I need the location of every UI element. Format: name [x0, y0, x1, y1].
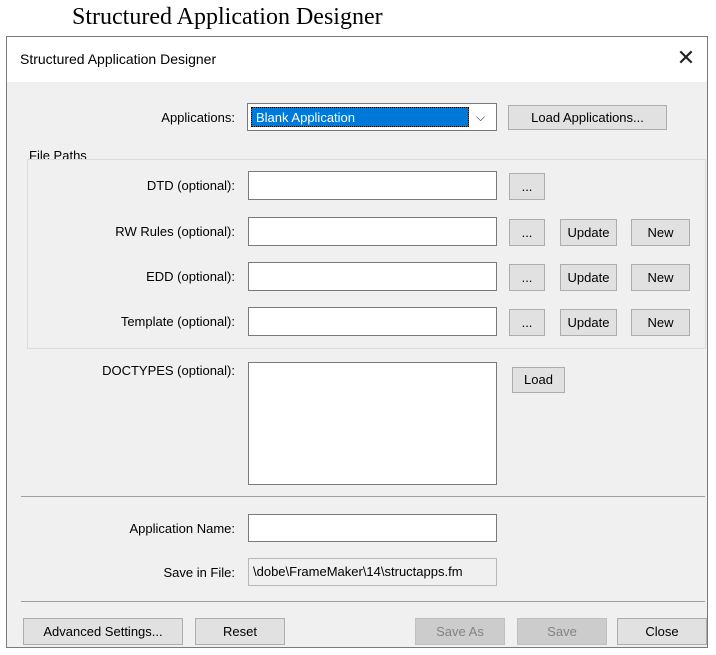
- applications-label: Applications:: [161, 110, 235, 125]
- edd-new-button[interactable]: New: [631, 264, 690, 291]
- edd-browse-button[interactable]: ...: [509, 264, 545, 291]
- dtd-label: DTD (optional):: [146, 178, 235, 193]
- doctypes-list[interactable]: [248, 362, 497, 485]
- close-icon[interactable]: ✕: [671, 43, 701, 73]
- save-button[interactable]: Save: [517, 618, 607, 645]
- doctypes-load-button[interactable]: Load: [512, 367, 565, 393]
- save-in-file-field[interactable]: \dobe\FrameMaker\14\structapps.fm: [248, 558, 497, 586]
- dtd-field[interactable]: [248, 171, 497, 200]
- application-name-field[interactable]: [248, 514, 497, 542]
- application-name-label: Application Name:: [129, 521, 236, 536]
- rw-rules-label: RW Rules (optional):: [115, 224, 235, 239]
- rw-rules-field[interactable]: [248, 217, 497, 246]
- save-as-button[interactable]: Save As: [415, 618, 505, 645]
- edd-label: EDD (optional):: [146, 269, 235, 284]
- applications-dropdown[interactable]: Blank Application ⌵: [247, 103, 497, 131]
- rw-rules-browse-button[interactable]: ...: [509, 219, 545, 246]
- dtd-browse-button[interactable]: ...: [509, 173, 545, 200]
- edd-update-button[interactable]: Update: [560, 264, 617, 291]
- rw-rules-new-button[interactable]: New: [631, 219, 690, 246]
- chevron-down-icon: ⌵: [476, 110, 486, 124]
- template-field[interactable]: [248, 307, 497, 336]
- dialog: Structured Application Designer ✕ Applic…: [6, 36, 708, 648]
- template-label: Template (optional):: [120, 314, 235, 329]
- close-button[interactable]: Close: [617, 618, 707, 645]
- template-browse-button[interactable]: ...: [509, 309, 545, 336]
- title-bar: Structured Application Designer ✕: [7, 37, 707, 82]
- template-new-button[interactable]: New: [631, 309, 690, 336]
- edd-field[interactable]: [248, 262, 497, 291]
- rw-rules-update-button[interactable]: Update: [560, 219, 617, 246]
- applications-selected-value: Blank Application: [251, 107, 469, 127]
- template-update-button[interactable]: Update: [560, 309, 617, 336]
- separator: [21, 496, 705, 497]
- reset-button[interactable]: Reset: [195, 618, 285, 645]
- load-applications-button[interactable]: Load Applications...: [508, 105, 667, 130]
- advanced-settings-button[interactable]: Advanced Settings...: [23, 618, 183, 645]
- separator: [21, 601, 705, 602]
- dialog-title: Structured Application Designer: [20, 51, 217, 67]
- window-caption: Structured Application Designer: [72, 4, 383, 30]
- save-in-file-label: Save in File:: [163, 565, 235, 580]
- doctypes-label: DOCTYPES (optional):: [102, 363, 235, 378]
